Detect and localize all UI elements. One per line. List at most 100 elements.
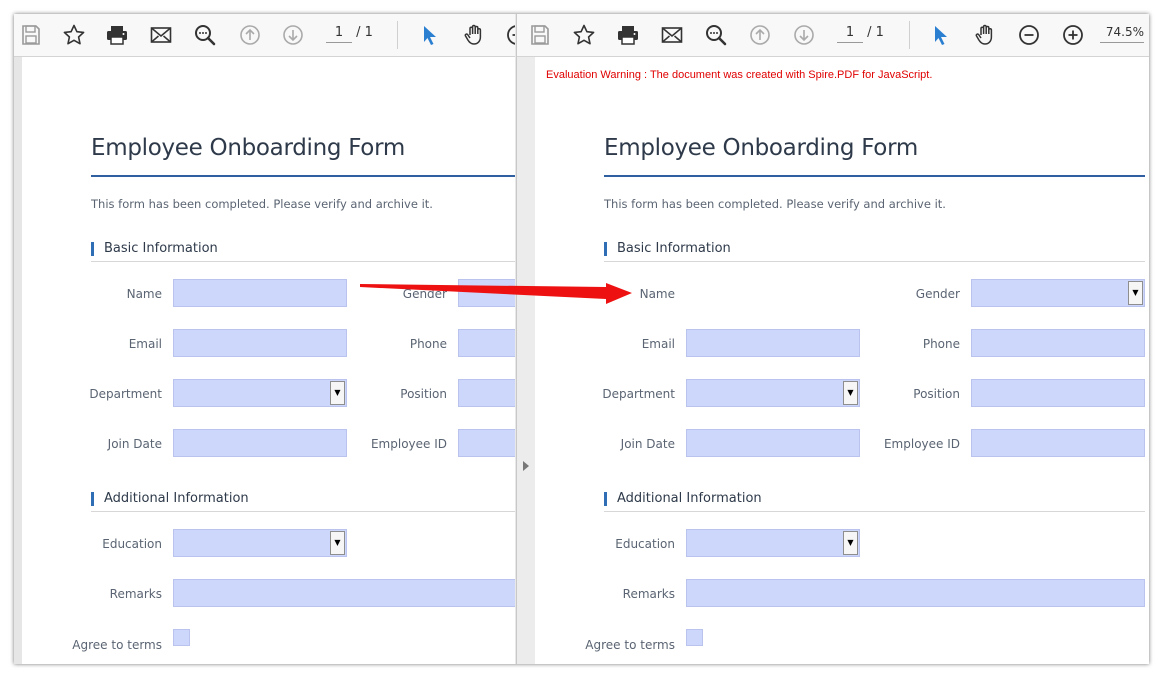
phone-field[interactable] [971,329,1145,357]
page-indicator[interactable]: 1 / 1 [326,25,373,43]
pdf-page-right: Evaluation Warning : The document was cr… [535,57,1149,664]
label-remarks: Remarks [109,587,162,601]
section-basic-information: Basic Information [604,242,731,256]
agree-checkbox[interactable] [686,629,703,646]
star-icon[interactable] [60,21,88,49]
label-education: Education [102,537,162,551]
label-position: Position [400,387,447,401]
print-icon[interactable] [103,21,131,49]
mail-icon[interactable] [147,21,175,49]
label-gender: Gender [915,287,960,301]
hand-pan-icon[interactable] [460,21,488,49]
left-page-gutter [14,57,22,664]
right-page-gutter [517,57,535,664]
hand-pan-icon[interactable] [971,21,999,49]
label-department: Department [602,387,675,401]
label-join-date: Join Date [620,437,675,451]
dropdown-arrow-icon[interactable]: ▼ [843,531,858,555]
up-arrow-icon[interactable] [236,21,264,49]
star-icon[interactable] [570,21,598,49]
form-title: Employee Onboarding Form [604,135,918,161]
up-arrow-icon[interactable] [746,21,774,49]
section-additional-information: Additional Information [604,492,762,506]
page-total: / 1 [356,25,373,40]
left-viewer-pane: 1 / 1 Employee Onboarding Form This form… [14,14,515,664]
toolbar-separator [397,21,398,49]
label-agree: Agree to terms [72,638,162,652]
zoom-out-icon[interactable] [503,21,515,49]
title-underline [91,175,515,177]
search-icon[interactable] [702,21,730,49]
education-select[interactable]: ▼ [686,529,860,557]
save-icon[interactable] [526,21,554,49]
label-name: Name [639,287,675,301]
section-basic-information: Basic Information [91,242,218,256]
page-number-input[interactable]: 1 [837,25,863,43]
select-cursor-icon[interactable] [416,21,444,49]
label-agree: Agree to terms [585,638,675,652]
title-underline [604,175,1145,177]
section-additional-information: Additional Information [91,492,249,506]
page-number-input[interactable]: 1 [326,25,352,43]
agree-checkbox[interactable] [173,629,190,646]
down-arrow-icon[interactable] [279,21,307,49]
gender-select[interactable] [458,279,515,307]
label-phone: Phone [409,337,447,351]
label-phone: Phone [922,337,960,351]
dropdown-arrow-icon[interactable]: ▼ [330,531,345,555]
email-field[interactable] [686,329,860,357]
right-toolbar: 1 / 1 74.5% [517,14,1149,57]
position-field[interactable] [971,379,1145,407]
form-description: This form has been completed. Please ver… [604,197,946,211]
label-email: Email [128,337,162,351]
left-toolbar: 1 / 1 [14,14,515,57]
form-title: Employee Onboarding Form [91,135,405,161]
label-gender: Gender [402,287,447,301]
label-email: Email [641,337,675,351]
gender-select[interactable]: ▼ [971,279,1145,307]
phone-field[interactable] [458,329,515,357]
page-indicator[interactable]: 1 / 1 [837,25,884,43]
join-date-field[interactable] [686,429,860,457]
splitter-arrow-icon[interactable] [523,461,529,471]
label-remarks: Remarks [622,587,675,601]
select-cursor-icon[interactable] [927,21,955,49]
remarks-field[interactable] [173,579,515,607]
email-field[interactable] [173,329,347,357]
toolbar-separator [909,21,910,49]
mail-icon[interactable] [658,21,686,49]
down-arrow-icon[interactable] [790,21,818,49]
section-divider [604,261,1145,262]
employee-id-field[interactable] [971,429,1145,457]
section-divider [91,511,515,512]
remarks-field[interactable] [686,579,1145,607]
page-total: / 1 [867,25,884,40]
department-select[interactable]: ▼ [173,379,347,407]
right-viewer-pane: 1 / 1 74.5% Evaluation Warning : The doc… [516,14,1149,664]
dropdown-arrow-icon[interactable]: ▼ [1128,281,1143,305]
zoom-out-icon[interactable] [1015,21,1043,49]
print-icon[interactable] [614,21,642,49]
pdf-viewer-comparison-window: 1 / 1 Employee Onboarding Form This form… [14,14,1149,664]
education-select[interactable]: ▼ [173,529,347,557]
search-icon[interactable] [191,21,219,49]
label-name: Name [126,287,162,301]
section-divider [604,511,1145,512]
label-position: Position [913,387,960,401]
label-education: Education [615,537,675,551]
label-employee-id: Employee ID [883,437,960,451]
employee-id-field[interactable] [458,429,515,457]
name-field[interactable] [173,279,347,307]
save-icon[interactable] [17,21,45,49]
department-select[interactable]: ▼ [686,379,860,407]
zoom-level-input[interactable]: 74.5% [1100,25,1144,43]
join-date-field[interactable] [173,429,347,457]
section-divider [91,261,515,262]
pdf-page-left: Employee Onboarding Form This form has b… [22,57,515,664]
label-department: Department [89,387,162,401]
position-field[interactable] [458,379,515,407]
evaluation-warning: Evaluation Warning : The document was cr… [546,69,933,81]
zoom-in-icon[interactable] [1059,21,1087,49]
label-employee-id: Employee ID [370,437,447,451]
label-join-date: Join Date [107,437,162,451]
